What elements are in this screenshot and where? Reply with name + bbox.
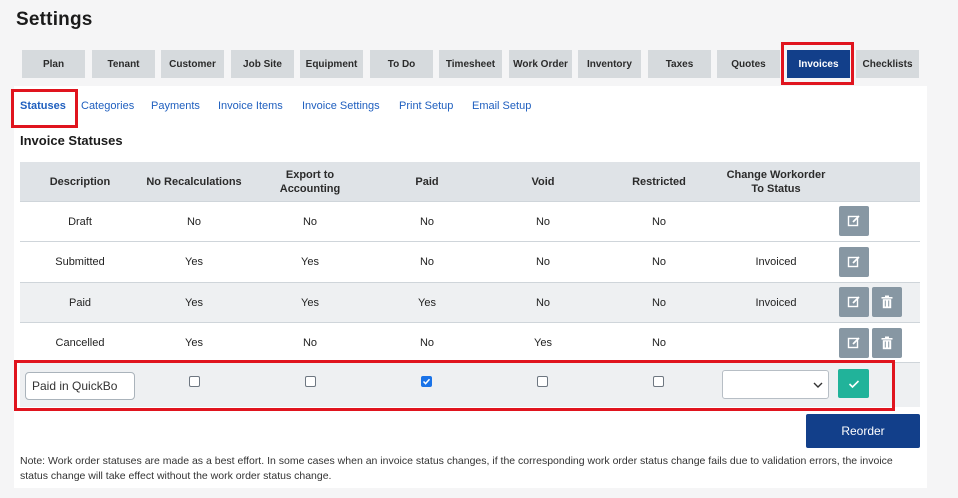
cell-export: Yes: [301, 297, 319, 309]
section-title: Invoice Statuses: [20, 133, 123, 148]
cell-no-recalculations: No: [186, 216, 202, 228]
cell-restricted: No: [651, 337, 667, 349]
tab-customer[interactable]: Customer: [161, 50, 224, 78]
edit-button[interactable]: [839, 206, 869, 236]
header-void: Void: [531, 175, 555, 188]
tab-to-do[interactable]: To Do: [370, 50, 433, 78]
cell-no-recalculations: Yes: [185, 256, 203, 268]
cell-description: Cancelled: [55, 337, 105, 349]
cell-void: No: [535, 256, 551, 268]
tab-tenant[interactable]: Tenant: [92, 50, 155, 78]
cell-void: Yes: [534, 337, 552, 349]
cell-void: No: [535, 216, 551, 228]
cell-no-recalculations: Yes: [185, 337, 203, 349]
cell-change-status: [720, 323, 832, 363]
note-text: Note: Work order statuses are made as a …: [20, 455, 893, 482]
cell-description: Draft: [68, 216, 92, 228]
cell-paid: Yes: [418, 297, 436, 309]
tab-checklists[interactable]: Checklists: [856, 50, 919, 78]
new-export-to-accounting-checkbox[interactable]: [305, 376, 316, 387]
cell-export: Yes: [301, 256, 319, 268]
table-row: Cancelled Yes No No Yes No: [20, 323, 920, 363]
tab-equipment[interactable]: Equipment: [300, 50, 363, 78]
save-new-status-button[interactable]: [838, 369, 869, 398]
subtab-invoice-settings[interactable]: Invoice Settings: [302, 100, 380, 112]
check-icon: [422, 378, 431, 385]
new-void-checkbox[interactable]: [537, 376, 548, 387]
new-restricted-checkbox[interactable]: [653, 376, 664, 387]
cell-restricted: No: [651, 216, 667, 228]
delete-button[interactable]: [872, 287, 902, 317]
tab-job-site[interactable]: Job Site: [231, 50, 294, 78]
cell-change-status: Invoiced: [755, 297, 797, 309]
subtab-email-setup[interactable]: Email Setup: [472, 100, 531, 112]
edit-icon: [847, 296, 860, 308]
edit-icon: [847, 337, 860, 349]
edit-button[interactable]: [839, 247, 869, 277]
cell-description: Submitted: [55, 256, 105, 268]
reorder-button[interactable]: Reorder: [806, 414, 920, 448]
cell-change-status: [720, 202, 832, 242]
header-description: Description: [49, 175, 111, 188]
tab-timesheet[interactable]: Timesheet: [439, 50, 502, 78]
tab-inventory[interactable]: Inventory: [578, 50, 641, 78]
table-row: Paid Yes Yes Yes No No Invoiced: [20, 283, 920, 323]
edit-icon: [847, 215, 860, 227]
header-export-to-accounting: Export to Accounting: [279, 168, 341, 195]
delete-button[interactable]: [872, 328, 902, 358]
subtab-statuses[interactable]: Statuses: [20, 100, 66, 112]
edit-button[interactable]: [839, 287, 869, 317]
header-change-workorder-status: Change Workorder To Status: [726, 168, 826, 195]
cell-change-status: Invoiced: [755, 256, 797, 268]
cell-paid: No: [419, 337, 435, 349]
subtab-payments[interactable]: Payments: [151, 100, 200, 112]
page-title: Settings: [16, 9, 93, 30]
edit-icon: [847, 256, 860, 268]
cell-paid: No: [419, 216, 435, 228]
subtab-categories[interactable]: Categories: [81, 100, 134, 112]
table-row: Draft No No No No No: [20, 202, 920, 242]
trash-icon: [881, 336, 893, 350]
cell-void: No: [535, 297, 551, 309]
cell-no-recalculations: Yes: [185, 297, 203, 309]
cell-export: No: [302, 216, 318, 228]
table-header: Description No Recalculations Export to …: [20, 162, 920, 201]
cell-restricted: No: [651, 256, 667, 268]
chevron-down-icon: [813, 382, 823, 388]
subtab-invoice-items[interactable]: Invoice Items: [218, 100, 283, 112]
cell-export: No: [302, 337, 318, 349]
tab-quotes[interactable]: Quotes: [717, 50, 780, 78]
check-icon: [848, 379, 859, 388]
header-restricted: Restricted: [632, 175, 686, 188]
tab-taxes[interactable]: Taxes: [648, 50, 711, 78]
subtab-print-setup[interactable]: Print Setup: [399, 100, 453, 112]
tab-invoices[interactable]: Invoices: [787, 50, 850, 78]
new-no-recalculations-checkbox[interactable]: [189, 376, 200, 387]
header-no-recalculations: No Recalculations: [146, 175, 242, 188]
table-row: Submitted Yes Yes No No No Invoiced: [20, 242, 920, 282]
tab-work-order[interactable]: Work Order: [509, 50, 572, 78]
new-paid-checkbox[interactable]: [421, 376, 432, 387]
header-paid: Paid: [415, 175, 439, 188]
trash-icon: [881, 295, 893, 309]
new-status-description-input[interactable]: [25, 372, 135, 400]
tab-plan[interactable]: Plan: [22, 50, 85, 78]
cell-restricted: No: [651, 297, 667, 309]
edit-button[interactable]: [839, 328, 869, 358]
cell-paid: No: [419, 256, 435, 268]
change-workorder-status-select[interactable]: [722, 370, 829, 399]
cell-description: Paid: [68, 297, 92, 309]
